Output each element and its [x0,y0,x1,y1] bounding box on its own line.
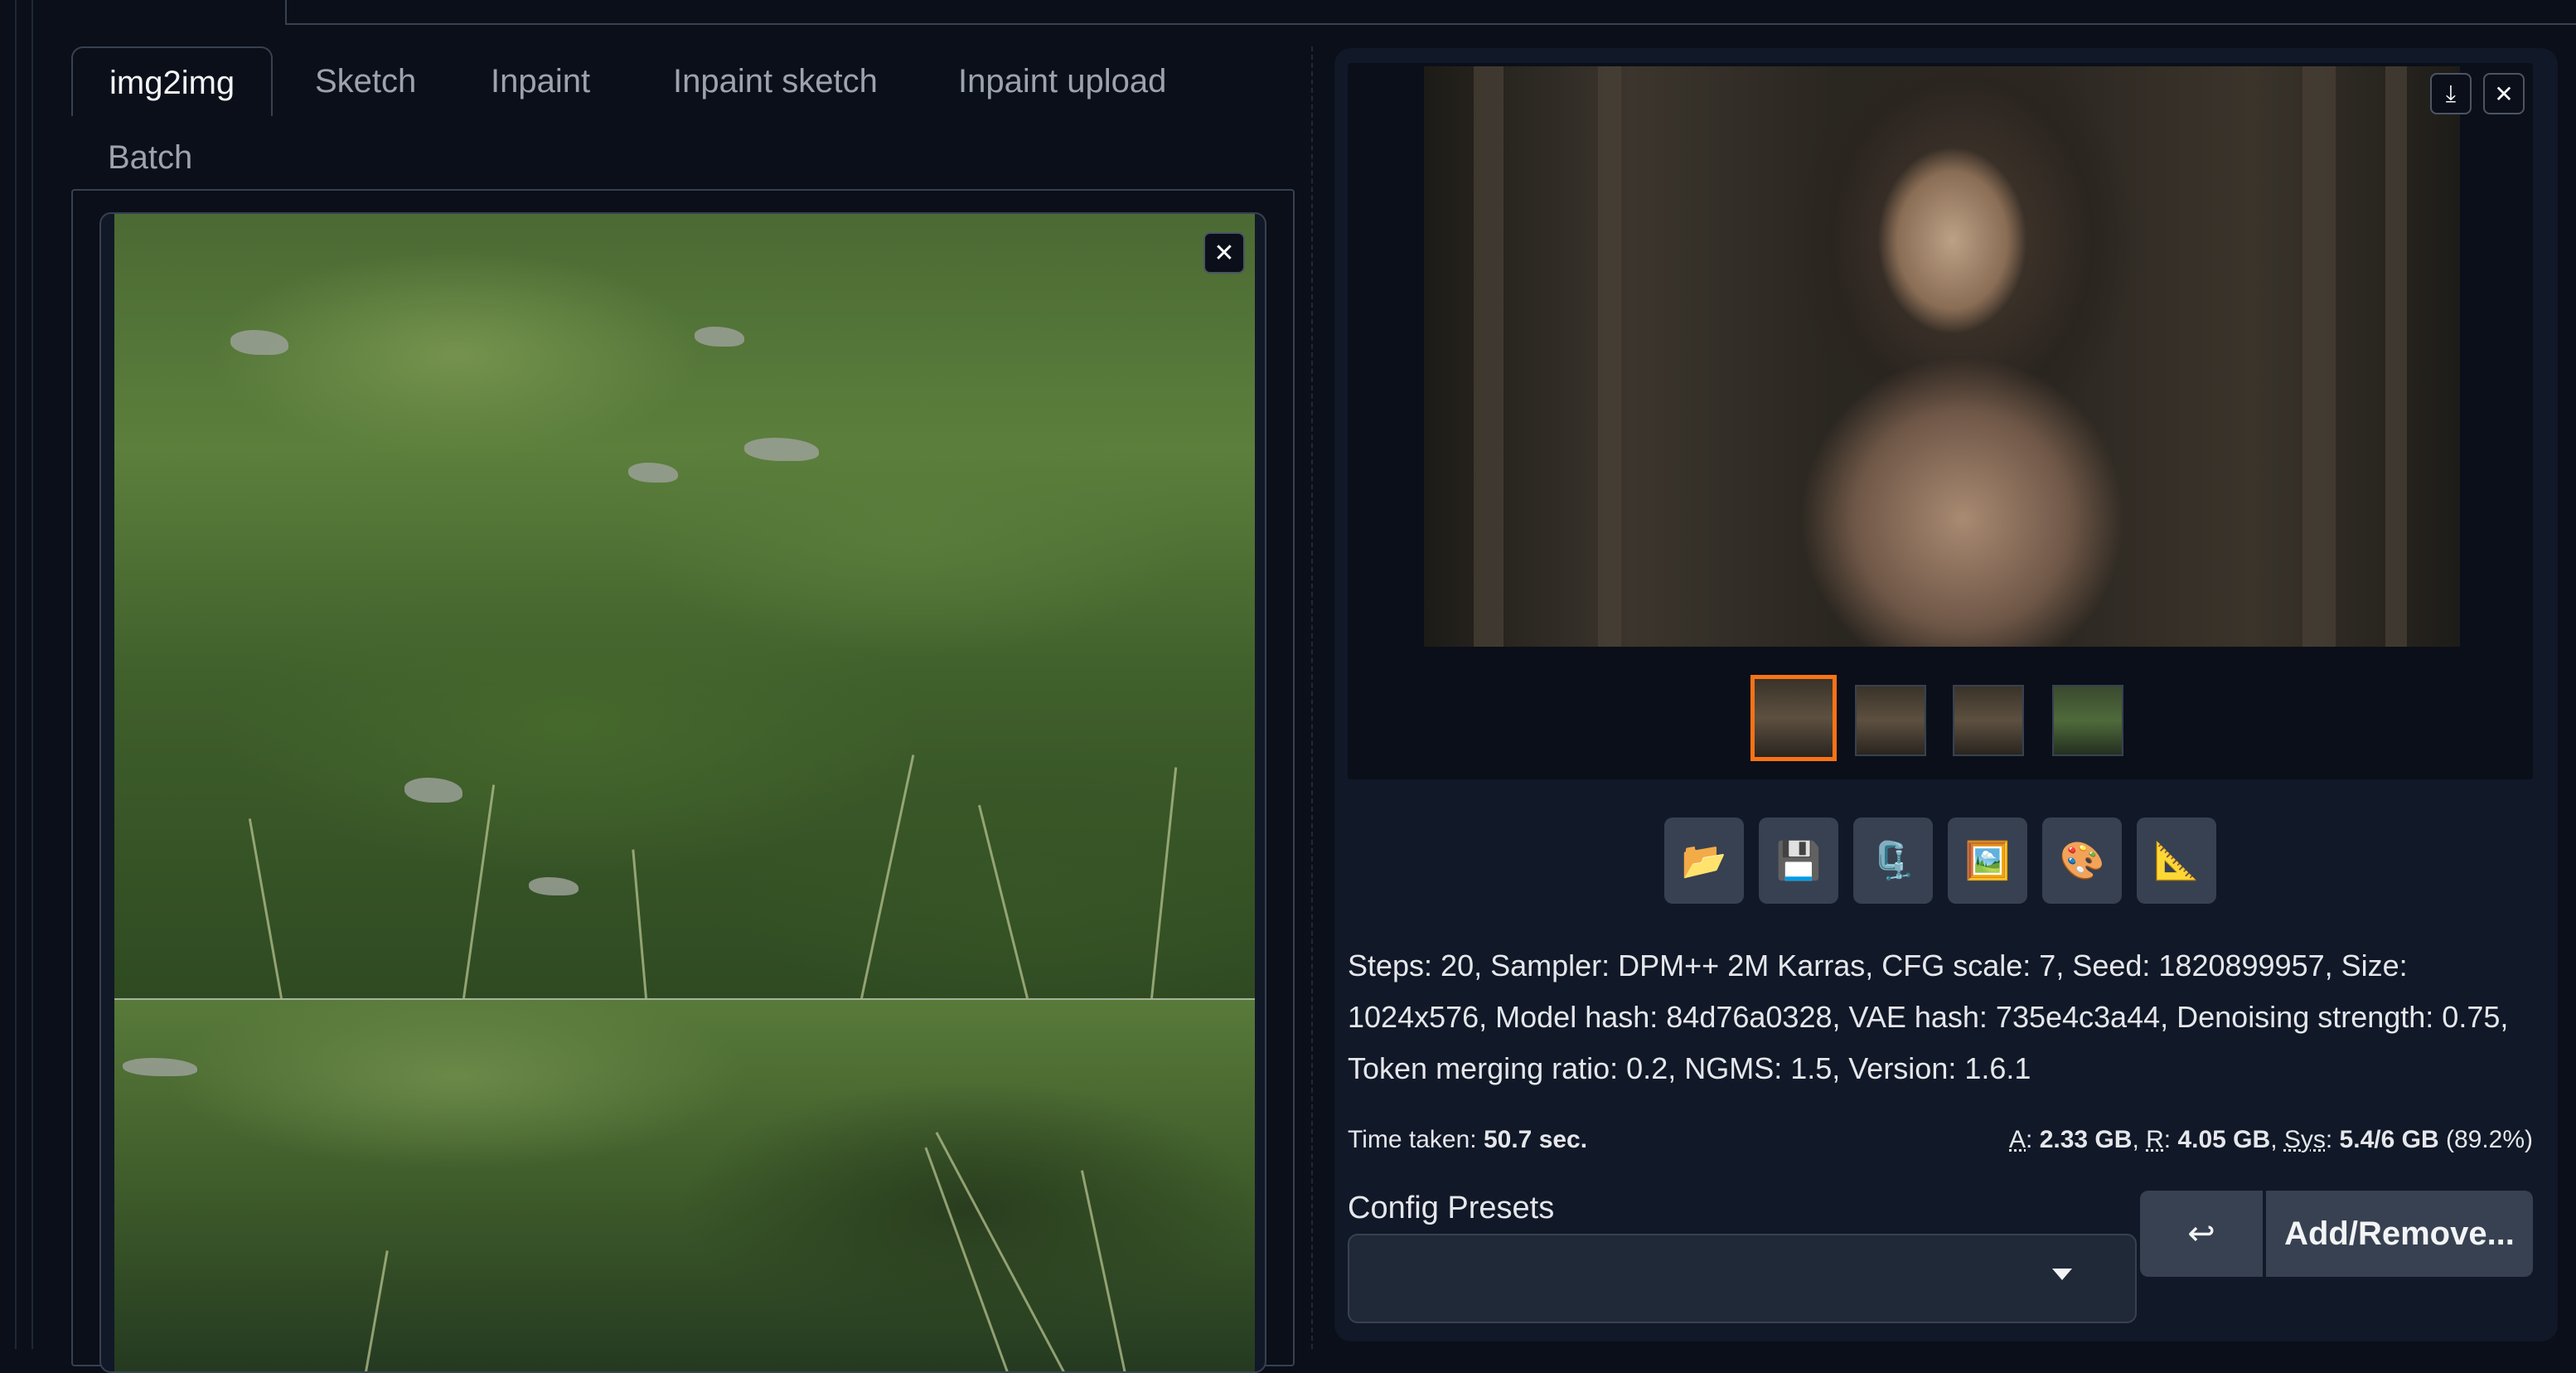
column-divider [1311,46,1313,1349]
clear-image-button[interactable]: ✕ [1203,232,1245,274]
close-icon: ✕ [2494,80,2514,107]
gallery-thumbnail[interactable] [1953,685,2024,756]
generation-info: Steps: 20, Sampler: DPM++ 2M Karras, CFG… [1348,948,2509,1085]
folder-icon: 📂 [1681,841,1727,881]
frame-rule [15,0,17,1349]
mem-sys-pct: (89.2%) [2445,1126,2533,1153]
send-to-extras-button[interactable]: 📐 [2137,817,2216,904]
output-image[interactable] [1424,66,2460,647]
close-preview-button[interactable]: ✕ [2483,73,2525,114]
mem-r-value: 4.05 GB [2177,1126,2271,1153]
memory-usage: A: 2.33 GB, R: 4.05 GB, Sys: 5.4/6 GB (8… [2009,1126,2533,1153]
input-image-canvas[interactable] [99,212,1266,1373]
gallery-thumbnail[interactable] [1855,685,1926,756]
tab-inpaint[interactable]: Inpaint [454,46,627,116]
palette-icon: 🎨 [2059,841,2105,881]
chevron-down-icon [2052,1269,2072,1280]
send-to-img2img-button[interactable]: 🖼️ [1948,817,2027,904]
tab-img2img[interactable]: img2img [71,46,274,116]
gallery-thumbnail[interactable] [1750,675,1837,761]
top-frame [285,0,2576,25]
zip-save-icon: 🗜️ [1870,841,1916,881]
tab-inpaint-upload[interactable]: Inpaint upload [922,46,1203,116]
download-icon: ⤓ [2445,80,2457,106]
time-taken-value: 50.7 sec. [1483,1126,1588,1153]
mem-sys-label: Sys [2283,1126,2326,1153]
open-folder-button[interactable]: 📂 [1664,817,1744,904]
time-taken-label: Time taken: [1348,1126,1477,1153]
mem-sys-value: 5.4/6 GB [2339,1126,2439,1153]
add-remove-preset-button[interactable]: Add/Remove... [2266,1191,2533,1277]
time-taken: Time taken: 50.7 sec. [1348,1126,1587,1154]
ruler-icon: 📐 [2153,841,2200,881]
mem-r-label: R [2146,1126,2164,1153]
gallery-thumbnail[interactable] [2052,685,2123,756]
zip-save-button[interactable]: 🗜️ [1853,817,1933,904]
tab-batch[interactable]: Batch [71,123,229,192]
save-button[interactable]: 💾 [1759,817,1838,904]
send-to-inpaint-button[interactable]: 🎨 [2042,817,2122,904]
config-presets-dropdown[interactable] [1348,1234,2137,1323]
input-image-bottom [114,998,1255,1371]
mem-a-label: A [2009,1126,2026,1153]
input-image-top [114,214,1255,998]
close-icon: ✕ [1213,239,1235,267]
tab-sketch[interactable]: Sketch [278,46,453,116]
tab-inpaint-sketch[interactable]: Inpaint sketch [637,46,914,116]
download-button[interactable]: ⤓ [2430,73,2472,114]
apply-preset-button[interactable]: ↩ [2140,1191,2263,1277]
save-icon: 💾 [1775,841,1822,881]
return-icon: ↩ [2187,1215,2215,1252]
frame-rule [31,0,33,1349]
config-presets-label: Config Presets [1348,1191,1555,1225]
mem-a-value: 2.33 GB [2039,1126,2133,1153]
image-icon: 🖼️ [1964,841,2011,881]
